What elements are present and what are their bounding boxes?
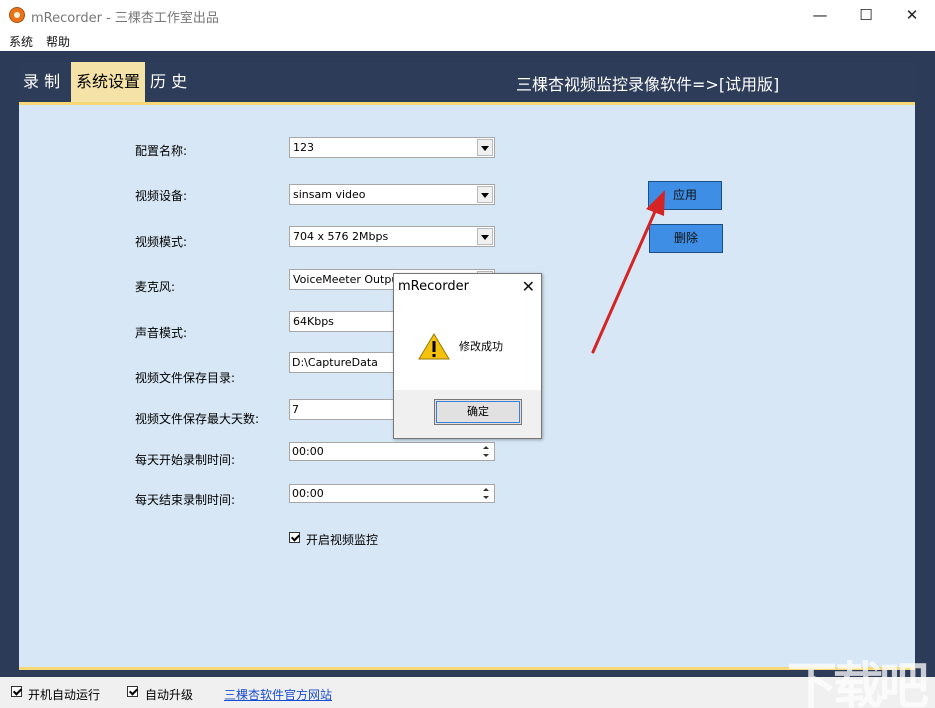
audio-mode-label: 声音模式: [135, 324, 187, 341]
end-time-label: 每天结束录制时间: [135, 491, 235, 508]
dialog-title-bar: mRecorder ✕ [394, 274, 541, 302]
save-dir-label: 视频文件保存目录: [135, 369, 235, 386]
title-bar: mRecorder - 三棵杏工作室出品 — ☐ ✕ [0, 0, 935, 31]
chevron-down-icon[interactable] [477, 139, 493, 156]
warning-icon [418, 332, 450, 360]
save-dir-value: D:\CaptureData [292, 356, 378, 369]
ok-button[interactable]: 确定 [434, 399, 522, 425]
video-mode-value: 704 x 576 2Mbps [293, 230, 388, 243]
spin-down-icon[interactable] [479, 452, 493, 460]
end-time-spinner[interactable]: 00:00 [289, 484, 495, 503]
product-title: 三棵杏视频监控录像软件=>[试用版] [516, 71, 779, 95]
autoupdate-checkbox[interactable] [127, 686, 138, 697]
dialog-title: mRecorder [398, 279, 469, 294]
dialog-message: 修改成功 [459, 338, 503, 354]
spin-up-icon[interactable] [479, 486, 493, 494]
app-logo-icon [9, 7, 25, 23]
spin-up-icon[interactable] [479, 444, 493, 452]
tab-history[interactable]: 历 史 [150, 62, 200, 102]
start-time-label: 每天开始录制时间: [135, 451, 235, 468]
message-dialog: mRecorder ✕ 修改成功 确定 [393, 273, 542, 439]
autostart-checkbox[interactable] [11, 686, 22, 697]
menu-bar: 系统 帮助 [0, 31, 935, 51]
enable-monitor-checkbox[interactable] [289, 532, 300, 543]
chevron-down-icon[interactable] [477, 228, 493, 245]
video-device-select[interactable]: sinsam video [289, 184, 495, 205]
video-device-label: 视频设备: [135, 187, 187, 204]
dialog-close-button[interactable]: ✕ [522, 277, 535, 296]
config-name-value: 123 [293, 141, 314, 154]
video-device-value: sinsam video [293, 188, 366, 201]
annotation-arrow-icon [585, 185, 675, 360]
video-mode-label: 视频模式: [135, 233, 187, 250]
menu-help[interactable]: 帮助 [46, 33, 70, 50]
max-days-label: 视频文件保存最大天数: [135, 410, 259, 427]
start-time-spinner[interactable]: 00:00 [289, 442, 495, 461]
start-time-value: 00:00 [292, 445, 324, 458]
dialog-body: 修改成功 [394, 302, 541, 390]
official-website-link[interactable]: 三棵杏软件官方网站 [224, 686, 332, 703]
microphone-label: 麦克风: [135, 278, 175, 295]
max-days-value: 7 [292, 403, 299, 416]
tab-record[interactable]: 录 制 [23, 62, 71, 102]
minimize-button[interactable]: — [797, 0, 843, 31]
autoupdate-label: 自动升级 [145, 686, 193, 703]
spin-down-icon[interactable] [479, 494, 493, 502]
config-name-label: 配置名称: [135, 142, 187, 159]
close-button[interactable]: ✕ [889, 0, 935, 31]
config-name-select[interactable]: 123 [289, 137, 495, 158]
microphone-value: VoiceMeeter Output [293, 273, 403, 286]
maximize-button[interactable]: ☐ [843, 0, 889, 31]
autostart-label: 开机自动运行 [28, 686, 100, 703]
tab-settings[interactable]: 系统设置 [71, 62, 145, 102]
window-title: mRecorder - 三棵杏工作室出品 [31, 7, 219, 26]
end-time-value: 00:00 [292, 487, 324, 500]
audio-mode-value: 64Kbps [293, 315, 334, 328]
watermark-logo: 下载吧 [787, 646, 925, 708]
enable-monitor-label: 开启视频监控 [306, 531, 378, 548]
menu-system[interactable]: 系统 [9, 33, 33, 50]
video-mode-select[interactable]: 704 x 576 2Mbps [289, 226, 495, 247]
chevron-down-icon[interactable] [477, 186, 493, 203]
tab-strip: 录 制 系统设置 历 史 [19, 62, 915, 102]
